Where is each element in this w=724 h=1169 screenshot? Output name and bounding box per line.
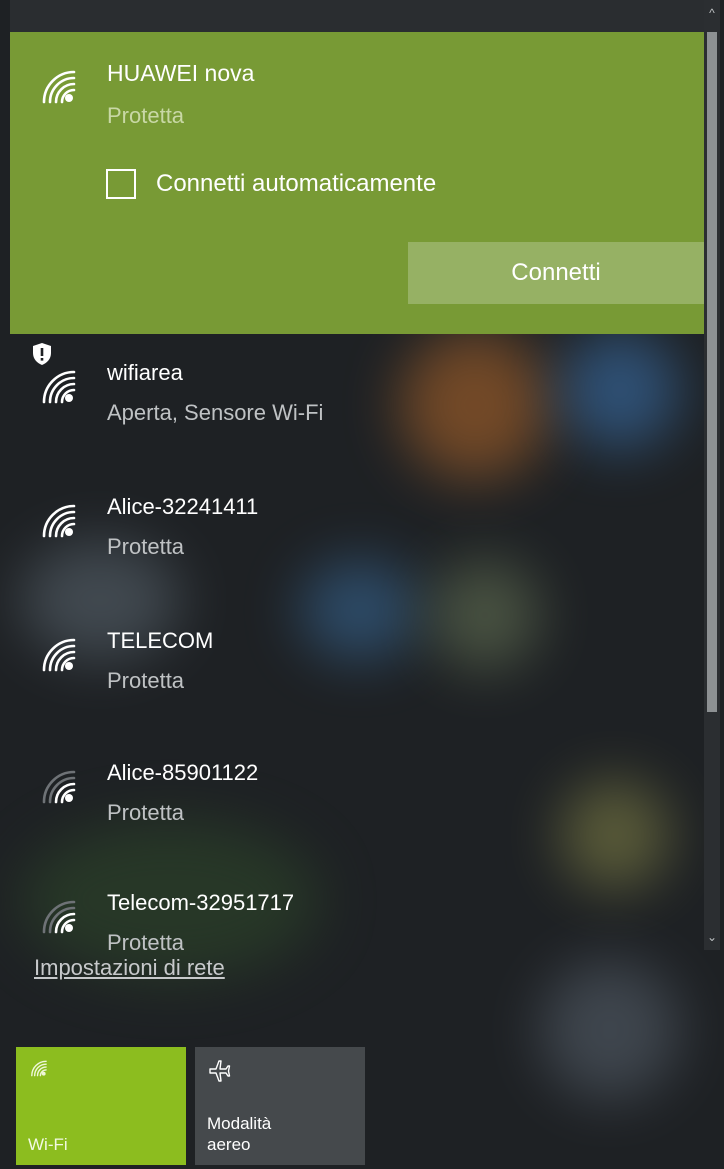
- network-item-alice-32241411[interactable]: Alice-32241411 Protetta: [10, 468, 704, 598]
- airplane-tile-label: Modalità aereo: [207, 1113, 271, 1155]
- wifi-signal-icon: [36, 636, 78, 672]
- network-status: Protetta: [107, 800, 185, 825]
- shield-warning-icon: [31, 342, 53, 371]
- auto-connect-label: Connetti automaticamente: [156, 170, 437, 197]
- airplane-label-line2: aereo: [207, 1135, 251, 1154]
- wifi-signal-icon: [36, 368, 78, 404]
- connect-button[interactable]: Connetti: [408, 242, 704, 304]
- auto-connect-checkbox[interactable]: [106, 169, 136, 199]
- scrollbar-thumb[interactable]: [707, 32, 717, 712]
- network-flyout: HUAWEI nova Protetta Connetti automatica…: [10, 0, 720, 1169]
- network-status: Protetta: [107, 534, 185, 559]
- network-settings-link[interactable]: Impostazioni di rete: [34, 955, 225, 981]
- network-item-alice-85901122[interactable]: Alice-85901122 Protetta: [10, 734, 704, 864]
- network-name: wifiarea: [107, 360, 183, 385]
- wifi-signal-weak-icon: [36, 768, 78, 804]
- auto-connect-option[interactable]: Connetti automaticamente: [106, 167, 436, 201]
- network-status: Aperta, Sensore Wi-Fi: [107, 400, 324, 425]
- wifi-signal-icon: [36, 68, 78, 104]
- airplane-mode-tile[interactable]: Modalità aereo: [195, 1047, 365, 1165]
- scrollbar[interactable]: ^ ⌄: [704, 0, 720, 950]
- selected-network-status: Protetta: [107, 103, 185, 128]
- network-name: TELECOM: [107, 628, 214, 653]
- network-item-telecom-32951717[interactable]: Telecom-32951717 Protetta: [10, 864, 704, 950]
- network-status: Protetta: [107, 668, 185, 693]
- selected-network-panel[interactable]: HUAWEI nova Protetta Connetti automatica…: [10, 32, 704, 334]
- network-status: Protetta: [107, 930, 185, 950]
- airplane-label-line1: Modalità: [207, 1114, 272, 1133]
- wifi-tile-label: Wi-Fi: [28, 1135, 68, 1154]
- quick-actions: Wi-Fi Modalità aereo: [16, 1047, 365, 1165]
- network-name: Alice-32241411: [107, 494, 259, 519]
- network-list: wifiarea Aperta, Sensore Wi-Fi Alice-322…: [10, 334, 704, 950]
- wifi-icon: [28, 1059, 48, 1082]
- scroll-up-arrow-icon[interactable]: ^: [704, 6, 720, 24]
- selected-network-name: HUAWEI nova: [107, 60, 255, 86]
- network-name: Alice-85901122: [107, 760, 259, 785]
- network-item-telecom[interactable]: TELECOM Protetta: [10, 602, 704, 732]
- wifi-signal-icon: [36, 502, 78, 538]
- scroll-down-arrow-icon[interactable]: ⌄: [704, 930, 720, 948]
- wifi-signal-weak-icon: [36, 898, 78, 934]
- airplane-icon: [207, 1059, 231, 1088]
- flyout-top-edge: [10, 0, 704, 32]
- network-item-wifiarea[interactable]: wifiarea Aperta, Sensore Wi-Fi: [10, 334, 704, 464]
- wifi-toggle-tile[interactable]: Wi-Fi: [16, 1047, 186, 1165]
- network-name: Telecom-32951717: [107, 890, 295, 915]
